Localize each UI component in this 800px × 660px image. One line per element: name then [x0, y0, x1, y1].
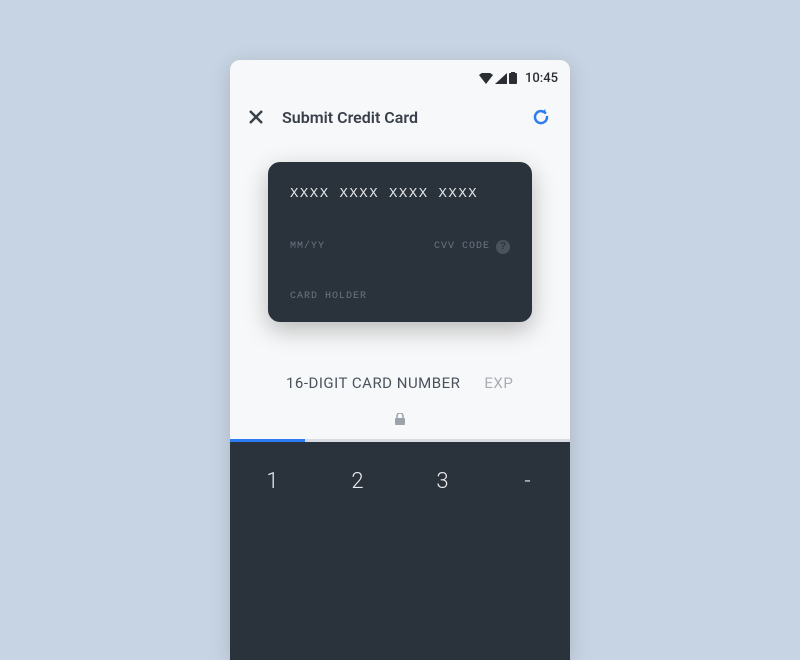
- credit-card-preview: XXXX XXXX XXXX XXXX MM/YY CVV CODE ? CAR…: [268, 162, 532, 322]
- header: Submit Credit Card: [230, 90, 570, 138]
- lock-row: [242, 410, 558, 429]
- keypad-key-3[interactable]: 3: [400, 446, 485, 516]
- keypad-key-minus[interactable]: -: [485, 446, 570, 516]
- phone-frame: 10:45 Submit Credit Card XXXX XXXX XXXX …: [230, 60, 570, 660]
- close-icon: [249, 110, 263, 124]
- card-holder-label: CARD HOLDER: [290, 291, 510, 302]
- card-container: XXXX XXXX XXXX XXXX MM/YY CVV CODE ? CAR…: [230, 138, 570, 338]
- status-time: 10:45: [525, 71, 558, 86]
- progress-fill: [230, 439, 305, 442]
- progress-bar: [230, 439, 570, 442]
- cvv-group: CVV CODE ?: [434, 240, 510, 254]
- card-cvv-label: CVV CODE: [434, 241, 490, 252]
- card-number-input-label[interactable]: 16-DIGIT CARD NUMBER: [286, 374, 460, 392]
- card-expiry-label: MM/YY: [290, 241, 325, 252]
- signal-icon: [495, 73, 507, 84]
- wifi-icon: [479, 73, 493, 84]
- expiry-input-label[interactable]: EXP: [484, 374, 513, 392]
- input-section: 16-DIGIT CARD NUMBER EXP: [230, 338, 570, 439]
- keypad-key-2[interactable]: 2: [315, 446, 400, 516]
- close-button[interactable]: [248, 109, 264, 125]
- input-labels-row: 16-DIGIT CARD NUMBER EXP: [242, 374, 558, 392]
- refresh-button[interactable]: [530, 106, 552, 128]
- status-icons: [479, 72, 517, 84]
- battery-icon: [509, 72, 517, 84]
- help-icon[interactable]: ?: [496, 240, 510, 254]
- numeric-keypad: 1 2 3 -: [230, 442, 570, 660]
- lock-icon: [395, 410, 405, 429]
- page-title: Submit Credit Card: [282, 108, 512, 127]
- card-middle-row: MM/YY CVV CODE ?: [290, 240, 510, 254]
- keypad-key-1[interactable]: 1: [230, 446, 315, 516]
- status-bar: 10:45: [230, 66, 570, 90]
- refresh-icon: [531, 107, 551, 127]
- card-number-display: XXXX XXXX XXXX XXXX: [290, 186, 510, 202]
